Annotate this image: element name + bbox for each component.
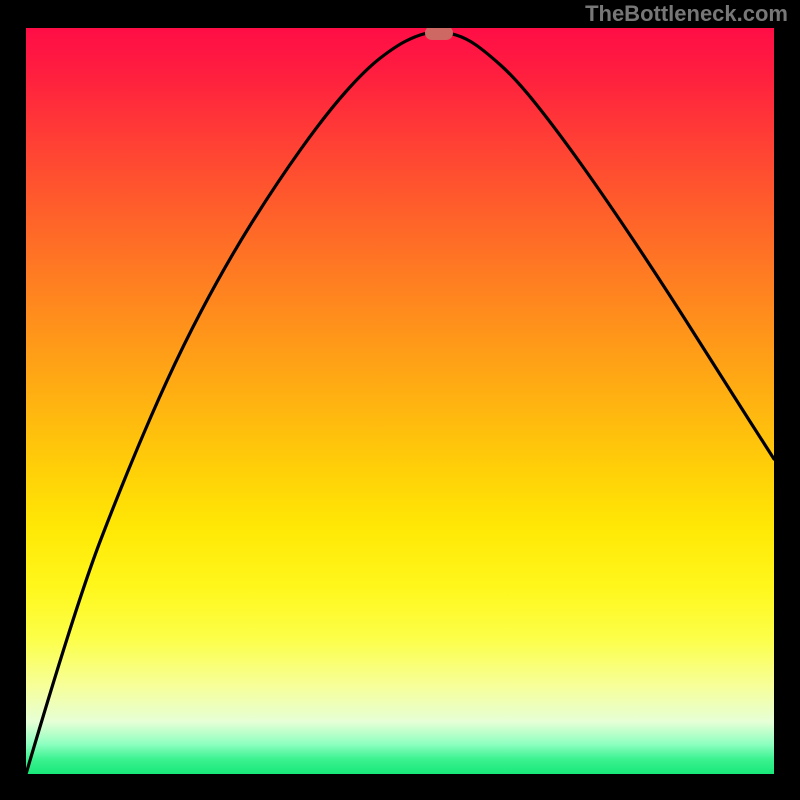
bottleneck-curve	[26, 32, 774, 774]
attribution-text: TheBottleneck.com	[585, 0, 788, 28]
optimum-marker	[425, 28, 453, 40]
curve-svg	[26, 28, 774, 774]
plot-area	[26, 28, 774, 774]
chart-frame: TheBottleneck.com	[0, 0, 800, 800]
